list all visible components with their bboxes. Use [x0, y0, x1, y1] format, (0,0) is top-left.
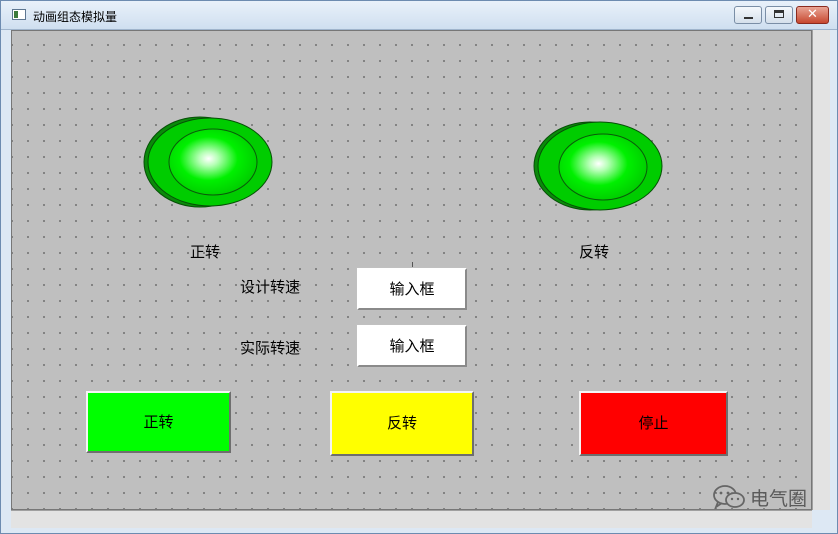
- minimize-icon: [744, 17, 753, 19]
- close-icon: ✕: [807, 7, 818, 22]
- forward-indicator-lamp: [143, 116, 273, 208]
- minimize-button[interactable]: [734, 6, 762, 24]
- design-speed-input[interactable]: 输入框: [356, 267, 468, 311]
- actual-speed-input[interactable]: 输入框: [356, 324, 468, 368]
- app-icon: [12, 9, 26, 20]
- reverse-lamp-label: 反转: [579, 243, 610, 261]
- window-title: 动画组态模拟量: [33, 10, 118, 24]
- maximize-icon: [774, 10, 784, 18]
- forward-lamp-label: 正转: [190, 243, 221, 261]
- design-speed-label: 设计转速: [240, 278, 301, 296]
- close-button[interactable]: ✕: [796, 6, 829, 24]
- stop-button[interactable]: 停止: [579, 391, 728, 456]
- watermark-text: 电气圈: [750, 487, 808, 510]
- title-bar[interactable]: 动画组态模拟量 ✕: [1, 1, 837, 30]
- wechat-icon: [713, 485, 745, 510]
- vertical-scrollbar[interactable]: [812, 30, 830, 510]
- forward-button[interactable]: 正转: [86, 391, 231, 453]
- maximize-button[interactable]: [765, 6, 793, 24]
- watermark: 电气圈: [712, 484, 807, 510]
- reverse-button[interactable]: 反转: [330, 391, 474, 456]
- reverse-indicator-lamp: [533, 121, 663, 213]
- actual-speed-label: 实际转速: [240, 339, 301, 357]
- horizontal-scrollbar[interactable]: [11, 510, 812, 528]
